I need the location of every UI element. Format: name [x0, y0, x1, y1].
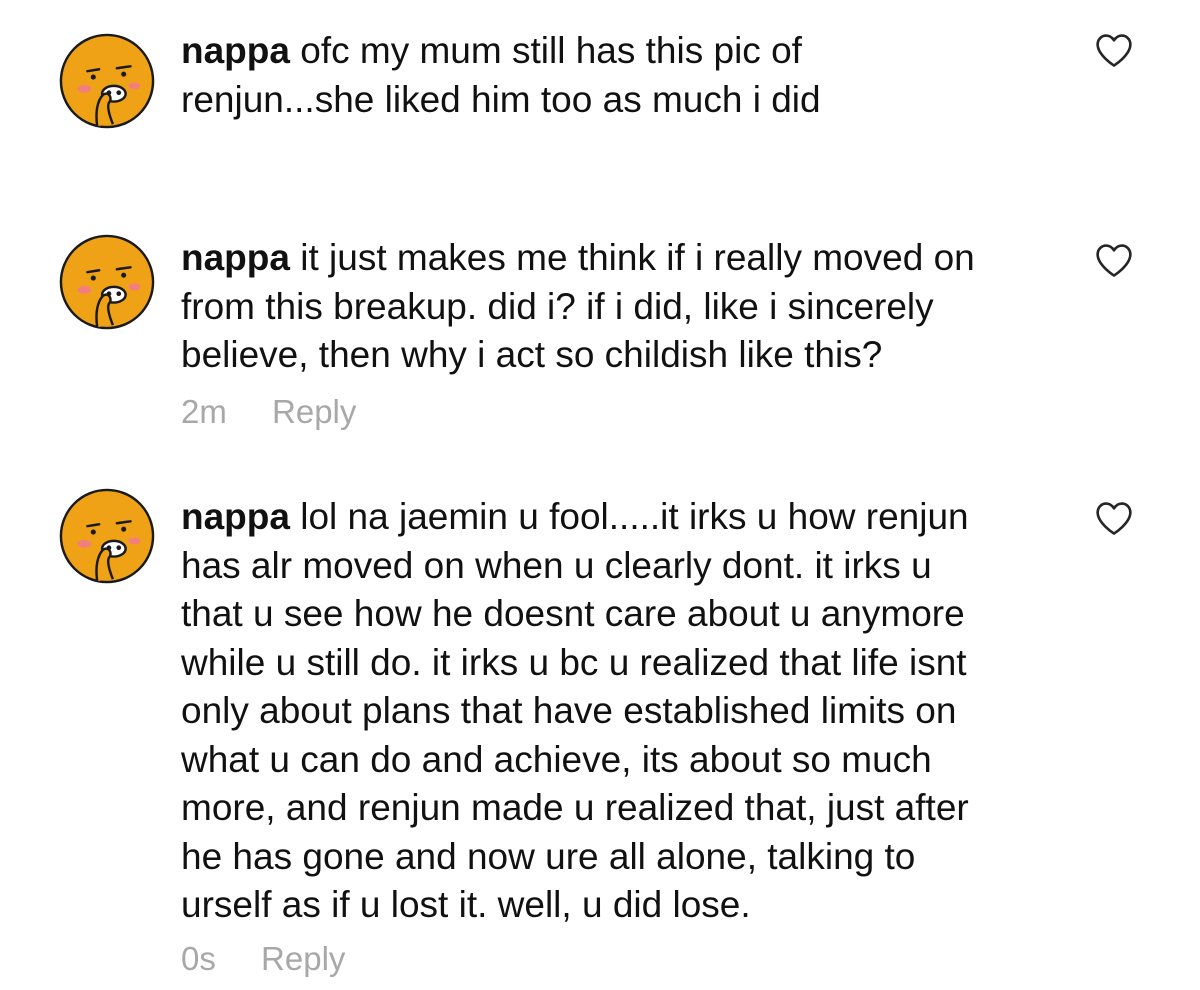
comment-line: more, and renjun made u realized that, j…: [181, 787, 969, 828]
comment-text: nappa ofc my mum still has this pic of r…: [181, 27, 1091, 124]
comment-line: it just makes me think if i really moved…: [289, 237, 975, 278]
comment-line: has alr moved on when u clearly dont. it…: [181, 544, 932, 586]
username-link[interactable]: nappa: [181, 30, 290, 71]
comment-line: lol na jaemin u fool.....it irks u how r…: [289, 496, 969, 537]
comment-line: he has gone and now ure all alone, talki…: [181, 835, 916, 877]
ryan-character-avatar-icon: [59, 33, 155, 129]
comment-line: only about plans that have established l…: [181, 690, 957, 731]
comment-text: nappa lol na jaemin u fool.....it irks u…: [181, 493, 1091, 930]
comment-line: urself as if u lost it. well, u did lose…: [181, 884, 751, 925]
username-link[interactable]: nappa: [181, 496, 290, 537]
like-button[interactable]: [1094, 242, 1134, 278]
heart-outline-icon: [1096, 34, 1132, 67]
avatar[interactable]: [58, 487, 156, 585]
comment-line: ofc my mum still has this pic of: [289, 30, 802, 71]
like-button[interactable]: [1094, 500, 1134, 536]
like-button[interactable]: [1094, 32, 1134, 68]
comment-line: renjun...she liked him too as much i did: [181, 78, 821, 120]
ryan-character-avatar-icon: [59, 234, 155, 330]
username-link[interactable]: nappa: [181, 237, 290, 278]
comment-line: from this breakup. did i? if i did, like…: [181, 285, 934, 327]
comment-line: while u still do. it irks u bc u realize…: [181, 641, 967, 683]
comment-line: that u see how he doesnt care about u an…: [181, 593, 965, 634]
comment-text: nappa it just makes me think if i really…: [181, 234, 1091, 380]
ryan-character-avatar-icon: [59, 488, 155, 584]
heart-outline-icon: [1096, 502, 1132, 535]
heart-outline-icon: [1096, 244, 1132, 277]
comment-line: what u can do and achieve, its about so …: [181, 738, 932, 780]
comment-timestamp: 0s: [181, 940, 216, 977]
reply-button[interactable]: Reply: [261, 940, 345, 978]
avatar[interactable]: [58, 32, 156, 130]
comment-meta: 2m Reply: [181, 393, 356, 431]
comment-line: believe, then why i act so childish like…: [181, 334, 883, 375]
comment-timestamp: 2m: [181, 393, 227, 430]
reply-button[interactable]: Reply: [272, 393, 356, 431]
comment-meta: 0s Reply: [181, 940, 345, 978]
avatar[interactable]: [58, 233, 156, 331]
